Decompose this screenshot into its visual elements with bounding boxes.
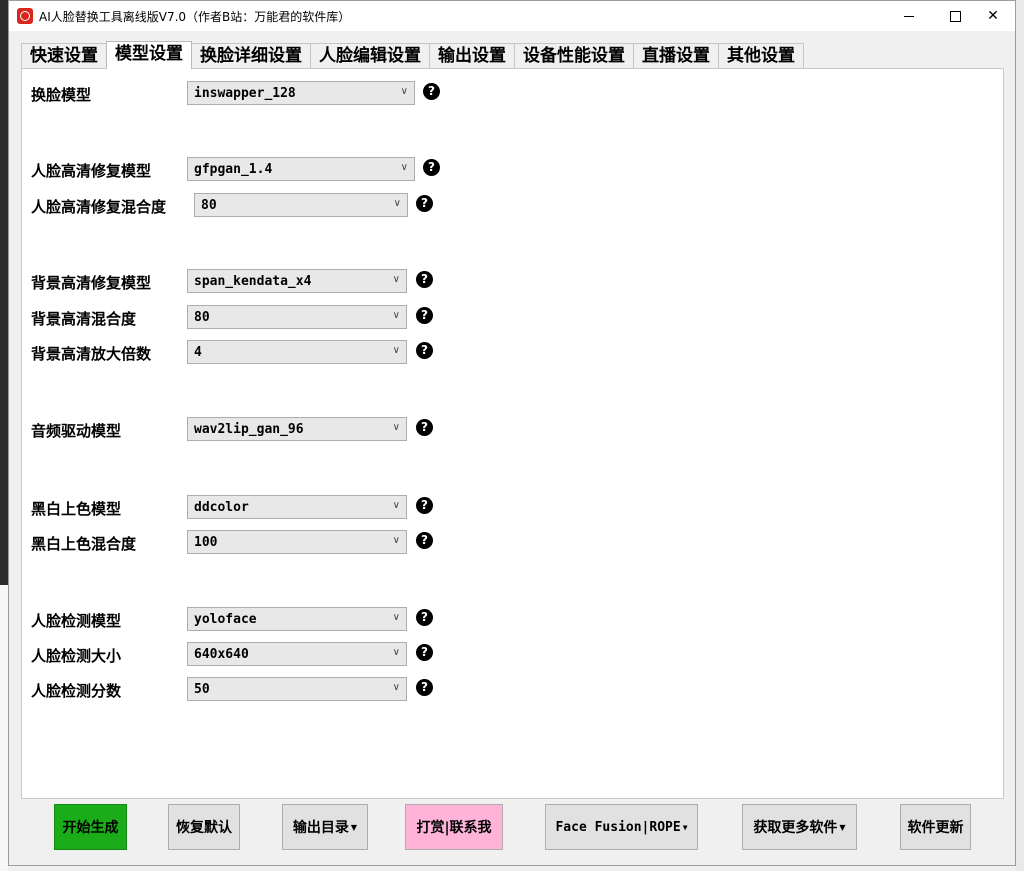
chevron-down-icon: ∨ [392, 535, 400, 546]
app-window: AI人脸替换工具离线版V7.0（作者B站：万能君的软件库） ✕ 快速设置 模型设… [8, 0, 1016, 866]
tab-output-settings[interactable]: 输出设置 [429, 43, 515, 68]
detect-size-label: 人脸检测大小 [31, 647, 122, 665]
software-update-button[interactable]: 软件更新 [900, 804, 971, 850]
chevron-down-icon: ∨ [392, 500, 400, 511]
swap-model-select[interactable]: inswapper_128 ∨ [187, 81, 415, 105]
colorize-blend-help-icon[interactable]: ? [416, 532, 433, 549]
swap-model-value: inswapper_128 [194, 86, 296, 101]
tab-swap-detail-settings[interactable]: 换脸详细设置 [191, 43, 311, 68]
tab-quick-settings[interactable]: 快速设置 [21, 43, 107, 68]
minimize-button[interactable] [886, 1, 932, 31]
detect-score-value: 50 [194, 682, 210, 697]
face-enhance-blend-label: 人脸高清修复混合度 [31, 198, 167, 216]
close-button[interactable]: ✕ [970, 1, 1016, 31]
facefusion-rope-label: Face Fusion|ROPE [555, 819, 681, 835]
tab-live-settings[interactable]: 直播设置 [633, 43, 719, 68]
colorize-model-select[interactable]: ddcolor ∨ [187, 495, 407, 519]
dropdown-caret-icon: ▼ [682, 822, 688, 832]
face-enhance-model-value: gfpgan_1.4 [194, 162, 273, 177]
bg-scale-value: 4 [194, 345, 202, 360]
maximize-icon [949, 10, 961, 22]
detect-model-help-icon[interactable]: ? [416, 609, 433, 626]
detect-size-value: 640x640 [194, 647, 249, 662]
close-icon: ✕ [987, 8, 999, 24]
reset-defaults-button[interactable]: 恢复默认 [168, 804, 240, 850]
settings-tabs: 快速设置 模型设置 换脸详细设置 人脸编辑设置 输出设置 设备性能设置 直播设置… [21, 41, 804, 69]
chevron-down-icon: ∨ [400, 86, 408, 97]
face-enhance-blend-value: 80 [201, 198, 217, 213]
software-update-label: 软件更新 [907, 820, 964, 836]
audio-model-label: 音频驱动模型 [31, 422, 122, 440]
bg-enhance-model-select[interactable]: span_kendata_x4 ∨ [187, 269, 407, 293]
reset-defaults-label: 恢复默认 [176, 820, 232, 836]
detect-score-label: 人脸检测分数 [31, 682, 122, 700]
colorize-blend-select[interactable]: 100 ∨ [187, 530, 407, 554]
audio-model-help-icon[interactable]: ? [416, 419, 433, 436]
detect-score-help-icon[interactable]: ? [416, 679, 433, 696]
colorize-model-help-icon[interactable]: ? [416, 497, 433, 514]
colorize-model-value: ddcolor [194, 500, 249, 515]
chevron-down-icon: ∨ [392, 682, 400, 693]
dropdown-caret-icon: ▼ [839, 822, 846, 832]
detect-model-select[interactable]: yoloface ∨ [187, 607, 407, 631]
output-dir-label: 输出目录 [292, 820, 349, 836]
detect-model-label: 人脸检测模型 [31, 612, 122, 630]
tab-other-settings[interactable]: 其他设置 [718, 43, 804, 68]
bg-scale-help-icon[interactable]: ? [416, 342, 433, 359]
tab-face-edit-settings[interactable]: 人脸编辑设置 [310, 43, 430, 68]
chevron-down-icon: ∨ [392, 345, 400, 356]
bg-blend-select[interactable]: 80 ∨ [187, 305, 407, 329]
colorize-model-label: 黑白上色模型 [31, 500, 122, 518]
face-enhance-blend-select[interactable]: 80 ∨ [194, 193, 408, 217]
desktop-background-left-lower [0, 585, 8, 871]
bg-blend-label: 背景高清混合度 [31, 310, 137, 328]
dropdown-caret-icon: ▼ [350, 822, 358, 832]
bg-enhance-model-label: 背景高清修复模型 [31, 274, 152, 292]
bg-enhance-model-value: span_kendata_x4 [194, 274, 312, 289]
output-dir-button[interactable]: 输出目录 ▼ [282, 804, 368, 850]
model-settings-panel: 换脸模型 inswapper_128 ∨ ? 人脸高清修复模型 gfpgan_1… [21, 68, 1004, 799]
donate-contact-label: 打赏|联系我 [416, 820, 492, 836]
bg-blend-help-icon[interactable]: ? [416, 307, 433, 324]
swap-model-label: 换脸模型 [31, 86, 92, 104]
face-enhance-model-help-icon[interactable]: ? [423, 159, 440, 176]
colorize-blend-value: 100 [194, 535, 218, 550]
start-generate-label: 开始生成 [62, 820, 119, 836]
tab-model-settings[interactable]: 模型设置 [106, 41, 192, 69]
chevron-down-icon: ∨ [393, 198, 401, 209]
more-software-label: 获取更多软件 [753, 820, 838, 836]
detect-model-value: yoloface [194, 612, 257, 627]
bg-scale-label: 背景高清放大倍数 [31, 345, 152, 363]
chevron-down-icon: ∨ [392, 310, 400, 321]
bg-scale-select[interactable]: 4 ∨ [187, 340, 407, 364]
minimize-icon [904, 15, 914, 17]
audio-model-select[interactable]: wav2lip_gan_96 ∨ [187, 417, 407, 441]
detect-size-select[interactable]: 640x640 ∨ [187, 642, 407, 666]
face-enhance-blend-help-icon[interactable]: ? [416, 195, 433, 212]
window-title: AI人脸替换工具离线版V7.0（作者B站：万能君的软件库） [39, 10, 351, 24]
chevron-down-icon: ∨ [392, 647, 400, 658]
more-software-button[interactable]: 获取更多软件 ▼ [742, 804, 857, 850]
desktop-background-right [1016, 0, 1024, 871]
audio-model-value: wav2lip_gan_96 [194, 422, 304, 437]
start-generate-button[interactable]: 开始生成 [54, 804, 127, 850]
detect-size-help-icon[interactable]: ? [416, 644, 433, 661]
facefusion-rope-button[interactable]: Face Fusion|ROPE ▼ [545, 804, 698, 850]
bg-blend-value: 80 [194, 310, 210, 325]
swap-model-help-icon[interactable]: ? [423, 83, 440, 100]
title-bar: AI人脸替换工具离线版V7.0（作者B站：万能君的软件库） ✕ [9, 1, 1015, 31]
chevron-down-icon: ∨ [392, 612, 400, 623]
face-enhance-model-label: 人脸高清修复模型 [31, 162, 152, 180]
chevron-down-icon: ∨ [400, 162, 408, 173]
chevron-down-icon: ∨ [392, 422, 400, 433]
chevron-down-icon: ∨ [392, 274, 400, 285]
face-enhance-model-select[interactable]: gfpgan_1.4 ∨ [187, 157, 415, 181]
app-logo-icon [17, 8, 33, 24]
detect-score-select[interactable]: 50 ∨ [187, 677, 407, 701]
colorize-blend-label: 黑白上色混合度 [31, 535, 137, 553]
tab-device-performance-settings[interactable]: 设备性能设置 [514, 43, 634, 68]
donate-contact-button[interactable]: 打赏|联系我 [405, 804, 503, 850]
bg-enhance-model-help-icon[interactable]: ? [416, 271, 433, 288]
